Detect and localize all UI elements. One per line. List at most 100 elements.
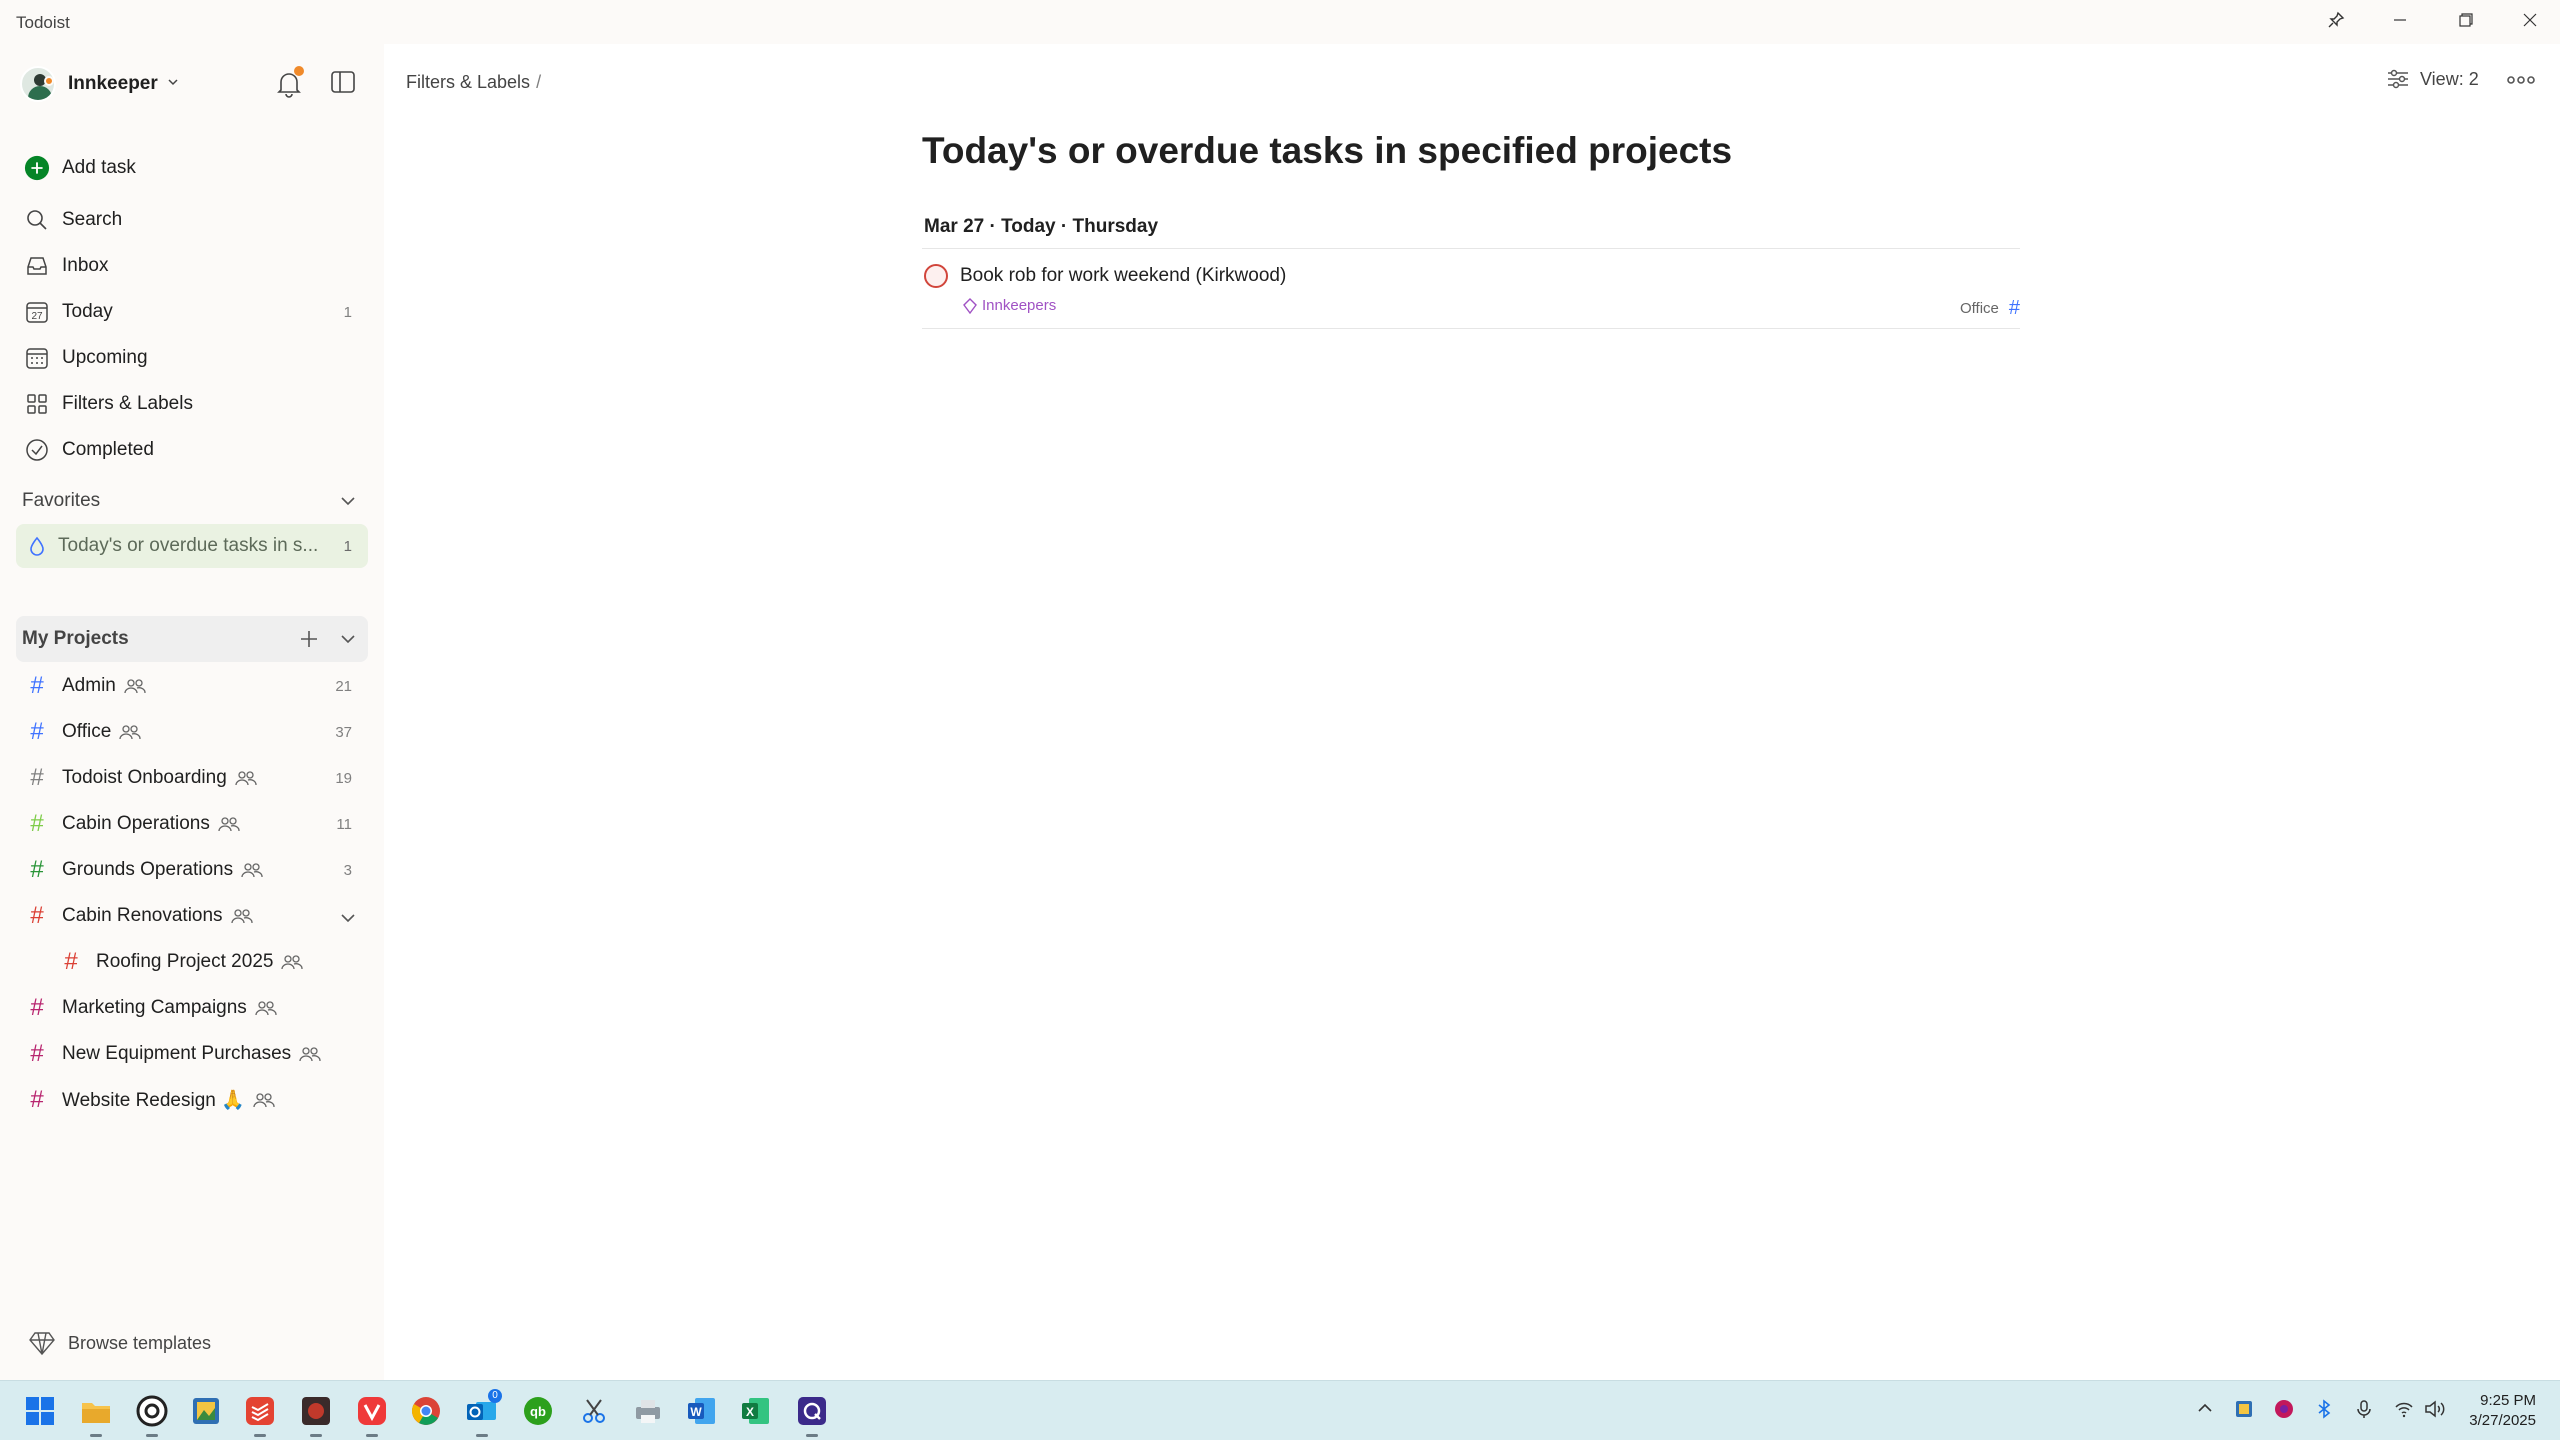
word-app-icon[interactable]: W	[682, 1391, 722, 1431]
favorite-item-filter[interactable]: Today's or overdue tasks in s... 1	[16, 524, 368, 568]
hash-icon: #	[2008, 297, 2020, 319]
project-name: Office	[62, 721, 112, 742]
status-dot	[44, 76, 54, 86]
breadcrumb-filters-labels[interactable]: Filters & Labels	[406, 72, 530, 92]
project-name: Marketing Campaigns	[62, 997, 247, 1018]
nav-completed-label: Completed	[62, 439, 154, 460]
project-name: Cabin Operations	[62, 813, 210, 834]
svg-text:27: 27	[31, 311, 43, 322]
date-section-header: Mar 27 · Today · Thursday	[924, 216, 1159, 237]
project-name: Todoist Onboarding	[62, 767, 227, 788]
bluetooth-icon[interactable]	[2314, 1399, 2334, 1424]
grid-icon	[24, 391, 50, 417]
shared-icon	[253, 1092, 275, 1108]
shared-icon	[124, 678, 146, 694]
nav-filters-labels[interactable]: Filters & Labels	[16, 382, 368, 426]
project-item-website-redesign[interactable]: # Website Redesign 🙏	[16, 1078, 368, 1122]
vivaldi-browser-icon[interactable]	[352, 1391, 392, 1437]
tray-circle-app-icon[interactable]	[2274, 1399, 2294, 1424]
sidebar-toggle-icon[interactable]	[330, 70, 356, 99]
task-title[interactable]: Book rob for work weekend (Kirkwood)	[960, 265, 1286, 287]
sliders-icon	[2386, 68, 2410, 90]
nav-inbox[interactable]: Inbox	[16, 244, 368, 288]
hash-icon: #	[30, 718, 44, 745]
tag-icon	[962, 297, 978, 314]
todoist-app-icon[interactable]	[240, 1391, 280, 1437]
hash-icon: #	[30, 672, 44, 699]
minimize-button[interactable]	[2370, 0, 2430, 40]
outlook-app-icon[interactable]: 0	[462, 1389, 502, 1437]
close-button[interactable]	[2500, 0, 2560, 40]
app-icon-dark[interactable]	[296, 1391, 336, 1437]
app-icon-purple[interactable]	[792, 1391, 832, 1437]
task-project-name: Office	[1959, 300, 1999, 317]
add-project-icon[interactable]	[298, 628, 320, 655]
chevron-down-icon	[166, 75, 180, 94]
view-options-button[interactable]: View: 2	[2386, 68, 2479, 90]
project-item-todoist-onboarding[interactable]: # Todoist Onboarding 19	[16, 756, 368, 800]
project-item-office[interactable]: # Office 37	[16, 710, 368, 754]
project-item-roofing-project-2025[interactable]: # Roofing Project 2025	[50, 940, 368, 984]
restore-button[interactable]	[2436, 0, 2496, 40]
shared-icon	[235, 770, 257, 786]
task-complete-checkbox[interactable]	[924, 264, 948, 288]
chevron-down-icon[interactable]	[338, 629, 358, 654]
chevron-down-icon[interactable]	[338, 908, 358, 933]
favorites-title: Favorites	[22, 490, 101, 511]
more-options-icon[interactable]	[2506, 72, 2536, 90]
nav-inbox-label: Inbox	[62, 255, 109, 276]
project-item-admin[interactable]: # Admin 21	[16, 664, 368, 708]
chrome-browser-icon[interactable]	[406, 1391, 446, 1431]
diamond-icon	[28, 1330, 56, 1356]
quickbooks-app-icon[interactable]: qb	[518, 1391, 558, 1431]
favorites-header[interactable]: Favorites	[16, 478, 368, 524]
add-task-button[interactable]: Add task	[16, 146, 368, 190]
project-count: 37	[335, 723, 352, 741]
pin-icon[interactable]	[2306, 0, 2366, 40]
printer-app-icon[interactable]	[628, 1391, 668, 1431]
snipping-tool-icon[interactable]	[574, 1391, 614, 1431]
file-explorer-icon[interactable]	[76, 1391, 116, 1437]
favorite-item-count: 1	[343, 537, 352, 555]
project-item-new-equipment-purchases[interactable]: # New Equipment Purchases	[16, 1032, 368, 1076]
nav-upcoming[interactable]: Upcoming	[16, 336, 368, 380]
project-item-cabin-renovations[interactable]: # Cabin Renovations	[16, 894, 368, 938]
project-item-cabin-operations[interactable]: # Cabin Operations 11	[16, 802, 368, 846]
hash-icon: #	[64, 948, 78, 975]
app-title: Todoist	[16, 13, 70, 32]
excel-app-icon[interactable]: X	[736, 1391, 776, 1431]
shared-icon	[218, 816, 240, 832]
sidebar: Innkeeper Add task Search Inbox 27 Today…	[0, 44, 384, 1380]
microphone-icon[interactable]	[2354, 1399, 2374, 1424]
volume-icon[interactable]	[2424, 1399, 2446, 1424]
task-label[interactable]: Innkeepers	[962, 297, 1056, 314]
add-task-label: Add task	[62, 157, 136, 178]
nav-search[interactable]: Search	[16, 198, 368, 242]
chatgpt-app-icon[interactable]	[132, 1391, 172, 1437]
user-menu[interactable]: Innkeeper	[20, 66, 180, 102]
windows-start-icon[interactable]	[20, 1391, 60, 1431]
system-clock[interactable]: 9:25 PM 3/27/2025	[2469, 1391, 2536, 1431]
shared-icon	[299, 1046, 321, 1062]
wifi-icon[interactable]	[2394, 1399, 2414, 1424]
svg-text:X: X	[746, 1405, 754, 1419]
browse-templates-button[interactable]: Browse templates	[28, 1330, 211, 1356]
project-item-grounds-operations[interactable]: # Grounds Operations 3	[16, 848, 368, 892]
my-projects-header[interactable]: My Projects	[16, 616, 368, 662]
page-title: Today's or overdue tasks in specified pr…	[922, 130, 1733, 171]
chevron-down-icon[interactable]	[338, 491, 358, 516]
photos-app-icon[interactable]	[186, 1391, 226, 1431]
project-item-marketing-campaigns[interactable]: # Marketing Campaigns	[16, 986, 368, 1030]
check-circle-icon	[24, 437, 50, 463]
project-name: Cabin Renovations	[62, 905, 223, 926]
tray-app-icon[interactable]	[2234, 1399, 2254, 1424]
nav-completed[interactable]: Completed	[16, 428, 368, 472]
hash-icon: #	[30, 764, 44, 791]
search-icon	[24, 207, 50, 233]
nav-today[interactable]: 27 Today 1	[16, 290, 368, 334]
taskbar: 0 qb W X 9:25 PM 3/27/2025	[0, 1380, 2560, 1440]
my-projects-title: My Projects	[22, 628, 129, 649]
chevron-up-icon[interactable]	[2196, 1399, 2214, 1422]
hash-icon: #	[30, 856, 44, 883]
task-project[interactable]: Office #	[1960, 297, 2020, 320]
